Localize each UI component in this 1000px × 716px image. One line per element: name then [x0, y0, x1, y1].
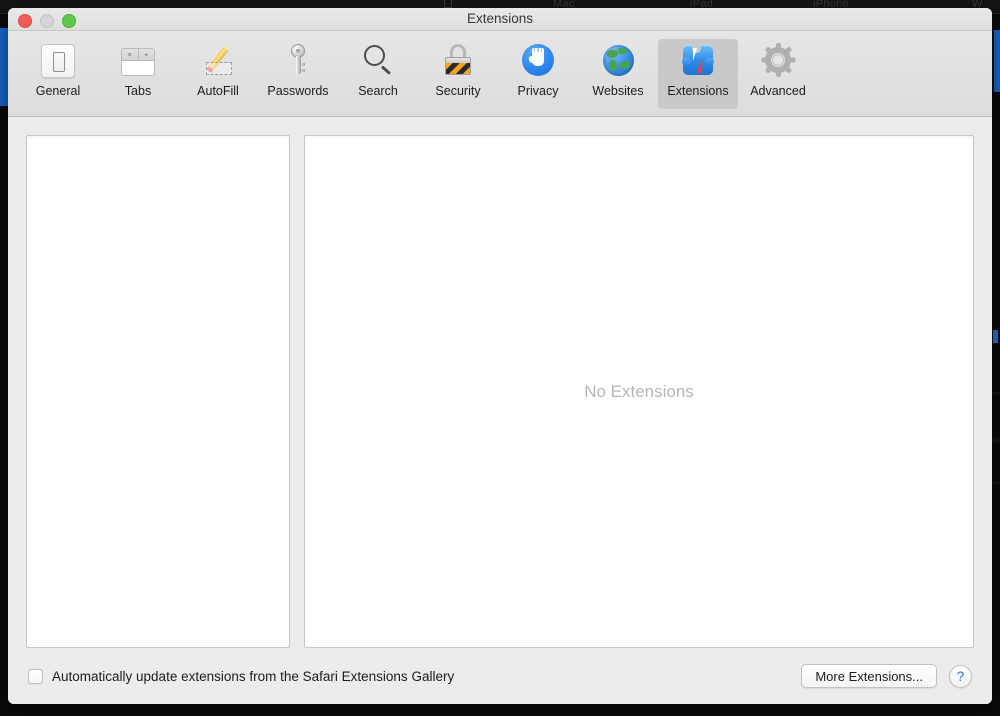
auto-update-checkbox-row[interactable]: Automatically update extensions from the…: [28, 668, 801, 684]
general-window-icon: [40, 42, 76, 78]
background-accent-strip-right: [994, 30, 1000, 92]
tabs-icon: × +: [120, 42, 156, 78]
toolbar-label-autofill: AutoFill: [197, 84, 239, 98]
toolbar-label-websites: Websites: [592, 84, 644, 98]
hand-icon: [520, 42, 556, 78]
toolbar-item-websites[interactable]: Websites: [578, 39, 658, 109]
key-icon: [280, 42, 316, 78]
toolbar-label-privacy: Privacy: [517, 84, 559, 98]
preferences-toolbar: General × + Tabs AutoFill Passwords Searc…: [8, 31, 992, 117]
safari-preferences-window: Extensions General × + Tabs AutoFill Pas…: [8, 8, 992, 704]
toolbar-item-security[interactable]: Security: [418, 39, 498, 109]
auto-update-label: Automatically update extensions from the…: [52, 668, 455, 684]
more-extensions-button[interactable]: More Extensions...: [801, 664, 937, 688]
window-titlebar: Extensions: [8, 8, 992, 31]
toolbar-item-tabs[interactable]: × + Tabs: [98, 39, 178, 109]
toolbar-label-passwords: Passwords: [267, 84, 329, 98]
toolbar-item-general[interactable]: General: [18, 39, 98, 109]
toolbar-item-privacy[interactable]: Privacy: [498, 39, 578, 109]
toolbar-item-passwords[interactable]: Passwords: [258, 39, 338, 109]
background-accent-tick: [993, 330, 998, 343]
preferences-footer: Automatically update extensions from the…: [26, 648, 974, 704]
toolbar-item-extensions[interactable]: Extensions: [658, 39, 738, 109]
toolbar-label-security: Security: [435, 84, 481, 98]
toolbar-item-advanced[interactable]: Advanced: [738, 39, 818, 109]
magnifying-glass-icon: [360, 42, 396, 78]
autofill-pencil-icon: [200, 42, 236, 78]
toolbar-item-autofill[interactable]: AutoFill: [178, 39, 258, 109]
preferences-content: No Extensions Automatically update exten…: [8, 117, 992, 704]
extension-detail-pane: No Extensions: [304, 135, 974, 648]
window-title: Extensions: [466, 11, 534, 26]
toolbar-label-general: General: [35, 84, 81, 98]
padlock-icon: [440, 42, 476, 78]
extensions-list-pane[interactable]: [26, 135, 290, 648]
footer-button-group: More Extensions... ?: [801, 664, 974, 688]
no-extensions-message: No Extensions: [584, 381, 694, 401]
toolbar-label-extensions: Extensions: [667, 84, 729, 98]
toolbar-label-search: Search: [358, 84, 398, 98]
toolbar-label-tabs: Tabs: [124, 84, 152, 98]
gear-icon: [760, 42, 796, 78]
toolbar-item-search[interactable]: Search: [338, 39, 418, 109]
puzzle-compass-icon: [680, 42, 716, 78]
extensions-panes: No Extensions: [26, 135, 974, 648]
help-button[interactable]: ?: [949, 664, 972, 688]
globe-icon: [600, 42, 636, 78]
toolbar-label-advanced: Advanced: [750, 84, 806, 98]
auto-update-checkbox[interactable]: [28, 668, 43, 684]
